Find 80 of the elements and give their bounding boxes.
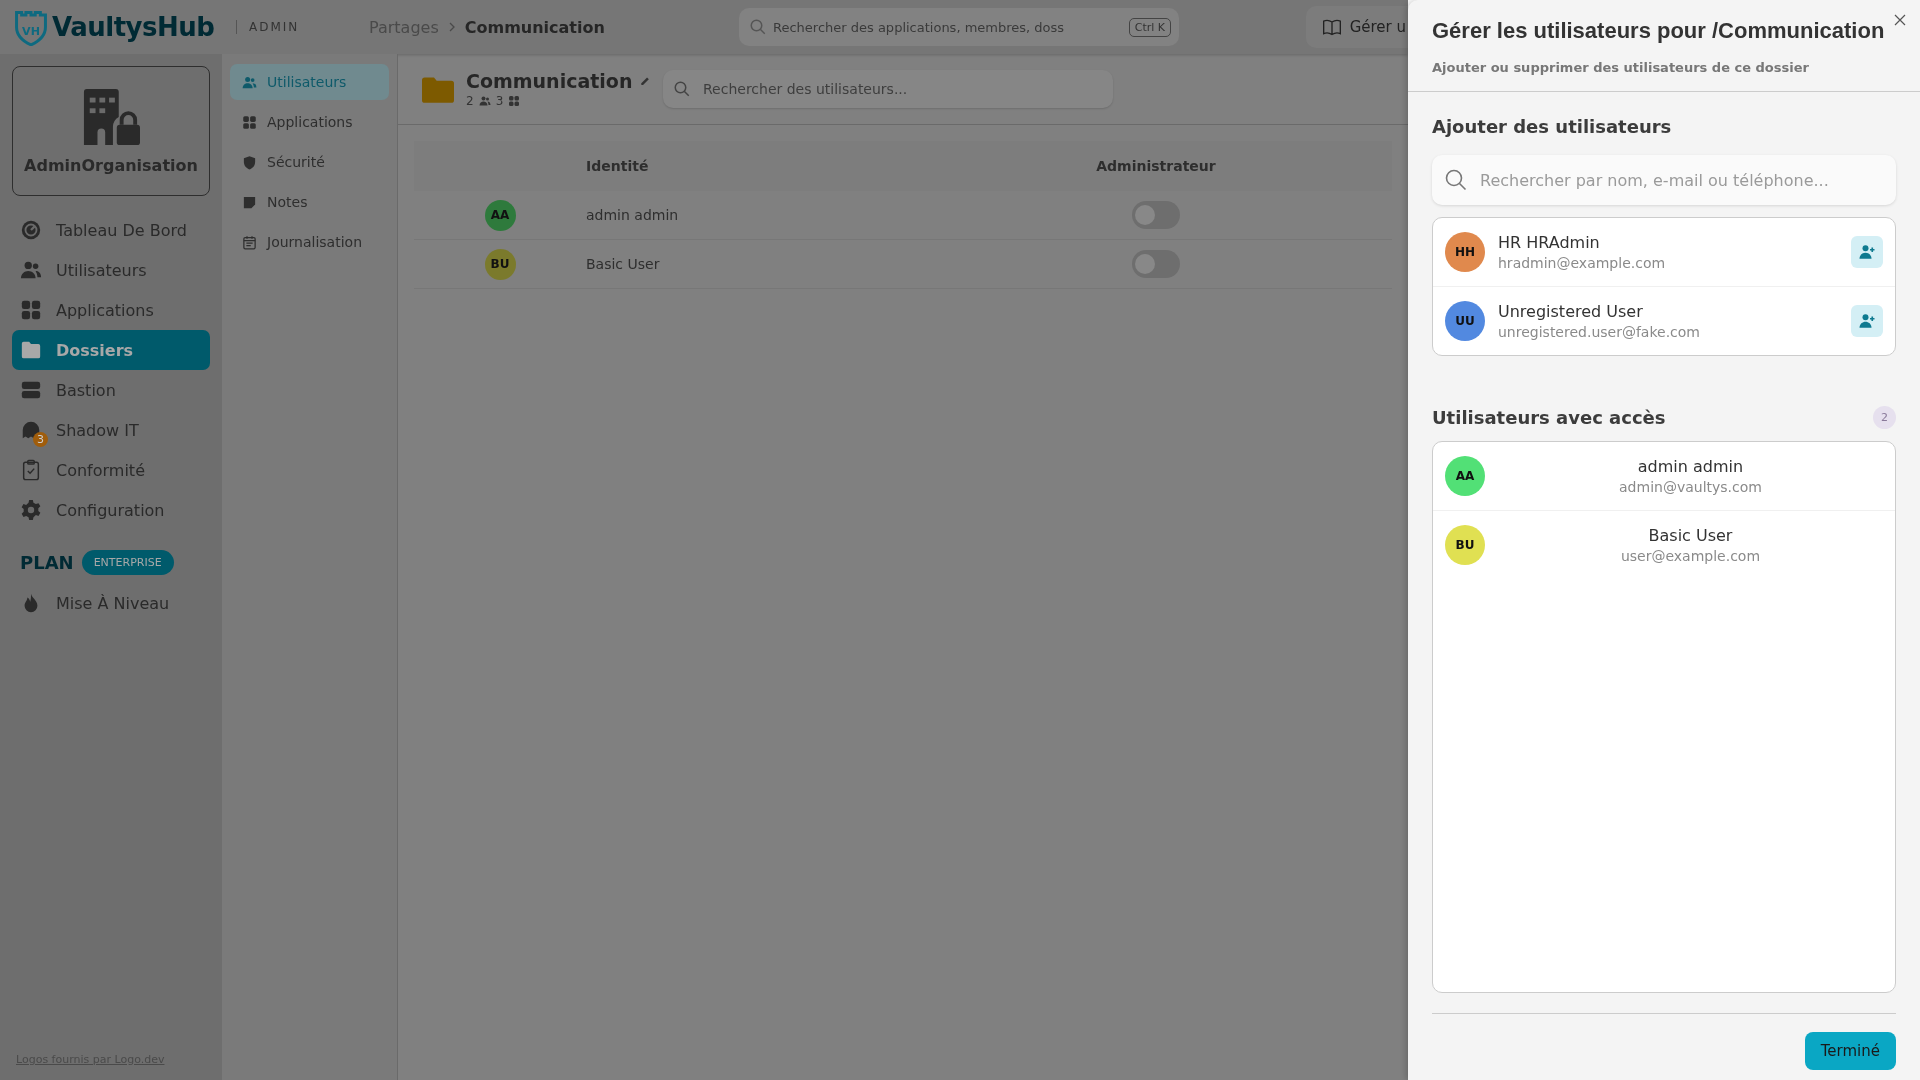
section-nav-item[interactable]: Applications	[230, 104, 389, 140]
header-button[interactable]: Gérer u	[1305, 6, 1408, 48]
section-nav-item[interactable]: Sécurité	[230, 144, 389, 180]
note-icon	[242, 194, 257, 210]
user-email: user@example.com	[1620, 548, 1761, 564]
add-user-button[interactable]	[1851, 305, 1883, 337]
clipboard-check-icon	[20, 459, 42, 481]
users-icon	[20, 259, 42, 281]
table-cell-text: Basic User	[586, 256, 661, 272]
grid-icon	[242, 114, 257, 130]
avatar: UU	[1445, 301, 1485, 341]
panel-subtitle: Ajouter ou supprimer des utilisateurs de ce dossier	[1432, 60, 1810, 75]
gauge-icon	[20, 219, 42, 241]
section-label: ADMIN	[236, 20, 349, 34]
gear-icon	[20, 499, 42, 521]
calendar-icon	[242, 234, 257, 250]
column-header: Identité	[586, 158, 650, 174]
user-name: Unregistered User	[1498, 302, 1644, 321]
folder-icon	[422, 75, 454, 103]
sidebar-nav-item[interactable]: Conformité	[12, 450, 210, 490]
grid-icon	[508, 95, 521, 107]
brand-name: VaultysHub	[52, 12, 215, 42]
folder-title: Communication	[466, 70, 633, 92]
server-icon	[20, 379, 42, 401]
plan-tier-badge: ENTERPRISE	[81, 550, 174, 575]
upgrade-link[interactable]: Mise À Niveau	[12, 583, 210, 623]
admin-toggle[interactable]	[1132, 201, 1180, 229]
count-badge: 2	[1873, 406, 1896, 429]
avatar: BU	[1445, 525, 1485, 565]
search-icon	[673, 80, 691, 98]
users-icon	[478, 95, 491, 107]
plan-label: PLAN	[20, 552, 74, 573]
section-nav-item[interactable]: Journalisation	[230, 224, 389, 260]
add-user-icon	[1858, 243, 1876, 261]
ghost-icon	[20, 419, 42, 441]
add-user-button[interactable]	[1851, 236, 1883, 268]
sidebar-nav-item[interactable]: Applications	[12, 290, 210, 330]
shield-logo-icon: VH	[14, 8, 48, 46]
section-nav-item[interactable]: Utilisateurs	[230, 64, 389, 100]
admin-toggle[interactable]	[1132, 250, 1180, 278]
sidebar-nav-item[interactable]: Tableau De Bord	[12, 210, 210, 250]
user-search-field[interactable]: Rechercher des utilisateurs...	[663, 70, 1113, 108]
sidebar-nav-item[interactable]: 3 Shadow IT	[12, 410, 210, 450]
breadcrumb-current: Communication	[464, 17, 605, 37]
avatar: AA	[484, 199, 516, 231]
folder-icon	[20, 339, 42, 361]
users-icon	[242, 74, 257, 90]
table-cell-text: admin admin	[586, 207, 680, 223]
user-email: admin@vaultys.com	[1619, 479, 1762, 495]
section-title: Ajouter des utilisateurs	[1432, 116, 1673, 137]
section-nav-item[interactable]: Notes	[230, 184, 389, 220]
user-email: hradmin@example.com	[1498, 255, 1667, 271]
user-search-field[interactable]: Rechercher par nom, e-mail ou téléphone...	[1432, 155, 1896, 205]
grid-icon	[20, 299, 42, 321]
app-count: 3	[495, 94, 504, 108]
shortcut-key: Ctrl K	[1128, 18, 1171, 37]
user-email: unregistered.user@fake.com	[1498, 324, 1701, 340]
section-title: Utilisateurs avec accès	[1432, 407, 1666, 428]
avatar: BU	[484, 248, 516, 280]
user-name: Basic User	[1648, 526, 1733, 545]
sidebar-nav-item[interactable]: Dossiers	[12, 330, 210, 370]
panel-title: Gérer les utilisateurs pour /Communication	[1432, 18, 1886, 44]
done-button[interactable]: Terminé	[1804, 1032, 1896, 1070]
count-badge: 3	[33, 432, 48, 447]
sidebar-nav-item[interactable]: Configuration	[12, 490, 210, 530]
user-count: 2	[466, 94, 474, 108]
avatar: AA	[1445, 456, 1485, 496]
book-icon	[1321, 17, 1342, 37]
column-header: Administrateur	[1095, 158, 1217, 174]
close-icon[interactable]	[1894, 14, 1906, 26]
organisation-card[interactable]: AdminOrganisation	[12, 66, 210, 196]
sidebar-nav-item[interactable]: Utilisateurs	[12, 250, 210, 290]
avatar: HH	[1445, 232, 1485, 272]
add-user-icon	[1858, 312, 1876, 330]
user-name: HR HRAdmin	[1498, 233, 1601, 252]
search-icon	[1444, 168, 1468, 192]
user-name: admin admin	[1637, 457, 1744, 476]
shield-icon	[242, 154, 257, 170]
sidebar-nav-item[interactable]: Bastion	[12, 370, 210, 410]
search-icon	[749, 18, 767, 36]
